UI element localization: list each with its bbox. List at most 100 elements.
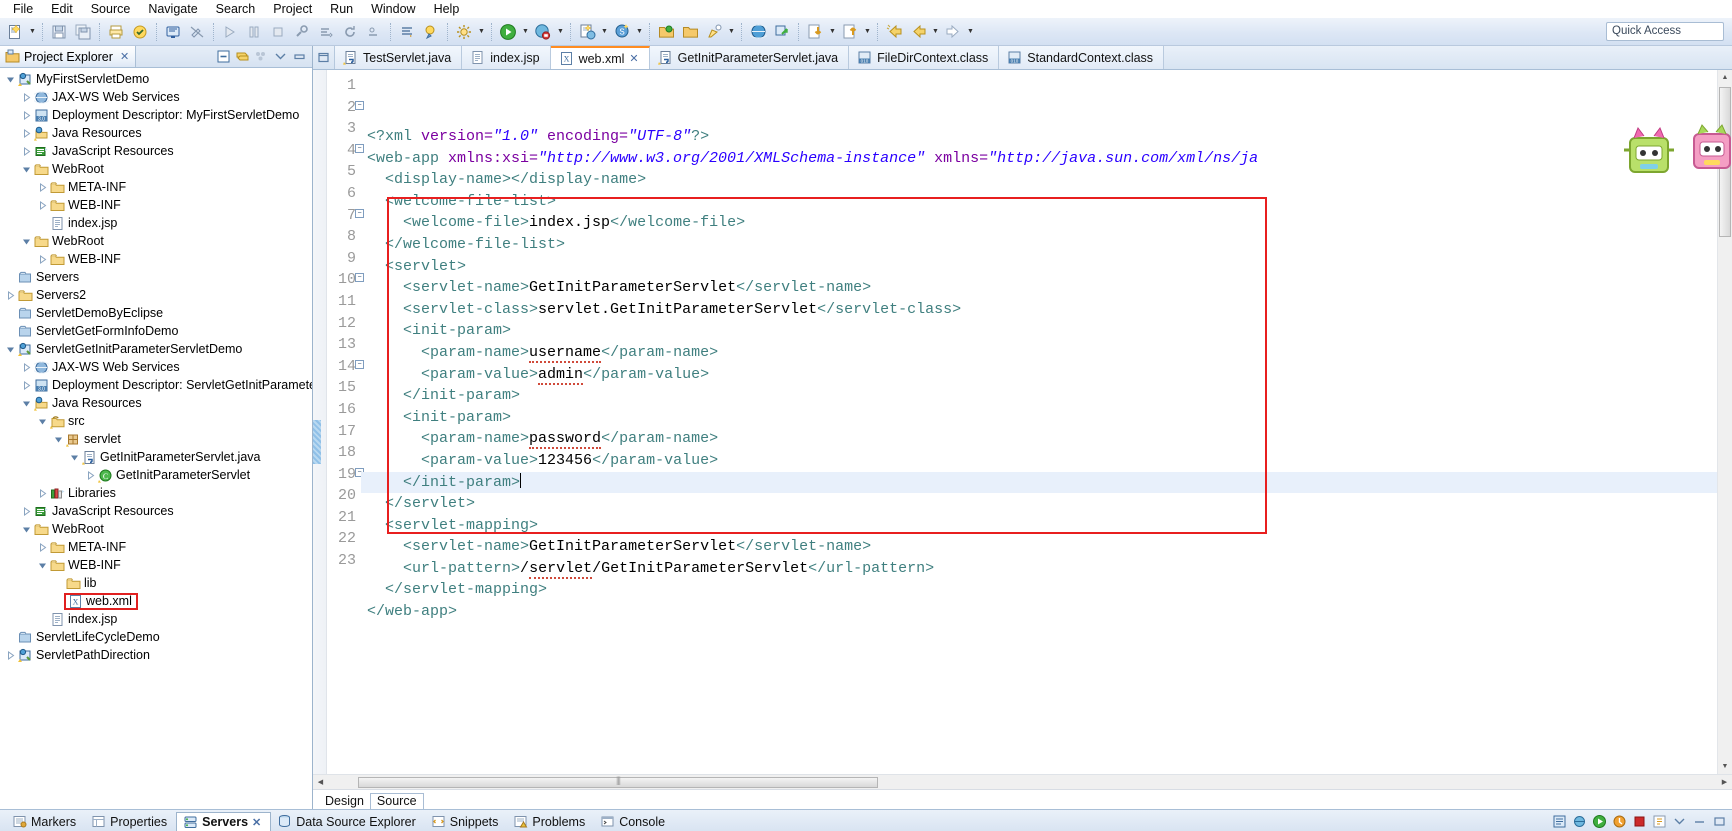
tree-item[interactable]: ServletLifeCycleDemo [0, 628, 312, 646]
chevron-down-icon[interactable] [4, 75, 17, 84]
new-java-project-icon[interactable] [576, 21, 598, 43]
code-line[interactable]: </welcome-file-list> [361, 234, 1717, 256]
previous-annotation-icon[interactable] [396, 21, 418, 43]
tree-item[interactable]: ServletGetInitParameterServletDemo [0, 340, 312, 358]
editor-vertical-scrollbar[interactable]: ▲ ▼ [1717, 70, 1732, 774]
close-icon[interactable]: ✕ [252, 816, 261, 829]
tree-item-content[interactable]: MyFirstServletDemo [17, 70, 149, 88]
tab-project-explorer[interactable]: Project Explorer ✕ [0, 46, 137, 67]
chevron-right-icon[interactable] [20, 110, 33, 120]
code-line[interactable]: <welcome-file>index.jsp</welcome-file> [361, 212, 1717, 234]
tree-item[interactable]: GetInitParameterServlet.java [0, 448, 312, 466]
start-server-icon[interactable] [1590, 812, 1608, 830]
skip-breakpoints-icon[interactable] [363, 21, 385, 43]
tree-item-content[interactable]: index.jsp [49, 610, 117, 628]
tree-item[interactable]: WEB-INF [0, 556, 312, 574]
tree-item[interactable]: JavaScript Resources [0, 502, 312, 520]
tree-item-content[interactable]: src [49, 412, 85, 430]
tree-item-content[interactable]: servlet [65, 430, 121, 448]
chevron-down-icon[interactable] [20, 165, 33, 174]
code-line[interactable]: <param-name>password</param-name> [361, 428, 1717, 450]
menu-item-file[interactable]: File [4, 1, 42, 17]
link-icon[interactable] [771, 21, 793, 43]
horizontal-scroll-track[interactable] [328, 775, 1717, 789]
code-line[interactable]: <servlet-mapping> [361, 515, 1717, 537]
code-line[interactable]: <welcome-file-list> [361, 191, 1717, 213]
editor-tab-standardcontext-class[interactable]: 010 StandardContext.class [999, 46, 1165, 69]
tree-item[interactable]: ServletDemoByEclipse [0, 304, 312, 322]
menu-item-window[interactable]: Window [362, 1, 424, 17]
bottom-tab-properties[interactable]: Properties [85, 812, 176, 831]
search-dropdown-arrow[interactable]: ▼ [726, 21, 737, 43]
menu-item-project[interactable]: Project [264, 1, 321, 17]
maximize-icon[interactable] [1710, 812, 1728, 830]
menu-item-edit[interactable]: Edit [42, 1, 82, 17]
chevron-down-icon[interactable] [4, 345, 17, 354]
terminate-icon[interactable] [267, 21, 289, 43]
search-icon[interactable] [703, 21, 725, 43]
debug-server-icon[interactable] [1570, 812, 1588, 830]
chevron-right-icon[interactable] [36, 200, 49, 210]
tree-item-content[interactable]: ServletPathDirection [17, 646, 150, 664]
chevron-right-icon[interactable] [20, 380, 33, 390]
tree-item[interactable]: 3.0 Deployment Descriptor: MyFirstServlet… [0, 106, 312, 124]
vertical-scroll-thumb[interactable] [1719, 87, 1731, 237]
publish-icon[interactable] [1650, 812, 1668, 830]
tree-item-content[interactable]: ServletGetInitParameterServletDemo [17, 340, 242, 358]
maximize-icon[interactable] [291, 48, 308, 65]
chevron-right-icon[interactable] [20, 128, 33, 138]
previous-edit-icon[interactable] [883, 21, 905, 43]
xml-source-editor[interactable]: 1 2−3 4−5 6 7−8 9 10−11 12 13 14−15 16 17 18 19−20 21 2… [313, 70, 1732, 774]
project-tree[interactable]: MyFirstServletDemo JAX-WS Web Services 3.0… [0, 68, 312, 809]
horizontal-scroll-thumb[interactable] [358, 776, 878, 788]
menu-item-run[interactable]: Run [321, 1, 362, 17]
minimize-icon[interactable] [272, 48, 289, 65]
chevron-right-icon[interactable] [4, 290, 17, 300]
gear-icon[interactable] [453, 21, 475, 43]
new-server-icon[interactable] [1550, 812, 1568, 830]
bottom-tab-console[interactable]: Console [594, 812, 674, 831]
tree-item[interactable]: META-INF [0, 178, 312, 196]
menu-item-search[interactable]: Search [207, 1, 265, 17]
tree-item-content[interactable]: WebRoot [33, 520, 104, 538]
forward-dropdown-arrow[interactable]: ▼ [965, 21, 976, 43]
tree-item[interactable]: JavaScript Resources [0, 142, 312, 160]
tree-item[interactable]: JAX-WS Web Services [0, 88, 312, 106]
menu-item-help[interactable]: Help [425, 1, 469, 17]
open-task-icon[interactable] [679, 21, 701, 43]
tree-item-content[interactable]: ServletGetFormInfoDemo [17, 322, 178, 340]
bottom-tab-problems[interactable]: Problems [507, 812, 594, 831]
validate-icon[interactable] [129, 21, 151, 43]
code-line[interactable]: <init-param> [361, 320, 1717, 342]
tree-item-content[interactable]: Java Resources [33, 394, 142, 412]
chevron-right-icon[interactable] [36, 542, 49, 552]
print-icon[interactable] [105, 21, 127, 43]
import-dropdown-arrow[interactable]: ▼ [827, 21, 838, 43]
tree-item[interactable]: src [0, 412, 312, 430]
tree-item-content[interactable]: JavaScript Resources [33, 142, 174, 160]
new-class-icon[interactable]: S [611, 21, 633, 43]
code-line[interactable]: <param-value>admin</param-value> [361, 364, 1717, 386]
toggle-mark-occurrences-icon[interactable] [186, 21, 208, 43]
save-icon[interactable] [48, 21, 70, 43]
tree-item-content[interactable]: JavaScript Resources [33, 502, 174, 520]
tree-item[interactable]: WEB-INF [0, 250, 312, 268]
tree-item[interactable]: JAX-WS Web Services [0, 358, 312, 376]
chevron-right-icon[interactable] [20, 362, 33, 372]
build-icon[interactable] [291, 21, 313, 43]
code-line[interactable]: </init-param> [361, 385, 1717, 407]
new-project-dropdown-arrow[interactable]: ▼ [599, 21, 610, 43]
step-into-icon[interactable] [219, 21, 241, 43]
chevron-right-icon[interactable] [84, 470, 97, 480]
tree-item-content[interactable]: Servers2 [17, 286, 86, 304]
editor-tab-web-xml[interactable]: Xweb.xml ✕ [550, 46, 650, 69]
tree-item[interactable]: 3.0 Deployment Descriptor: ServletGetInit… [0, 376, 312, 394]
chevron-down-icon[interactable] [20, 525, 33, 534]
bottom-tab-markers[interactable]: Markers [6, 812, 85, 831]
chevron-down-icon[interactable] [20, 399, 33, 408]
tree-item[interactable]: index.jsp [0, 214, 312, 232]
code-line[interactable]: <web-app xmlns:xsi="http://www.w3.org/20… [361, 148, 1717, 170]
chevron-right-icon[interactable] [36, 254, 49, 264]
chevron-right-icon[interactable] [20, 506, 33, 516]
close-icon[interactable]: ✕ [120, 50, 129, 63]
